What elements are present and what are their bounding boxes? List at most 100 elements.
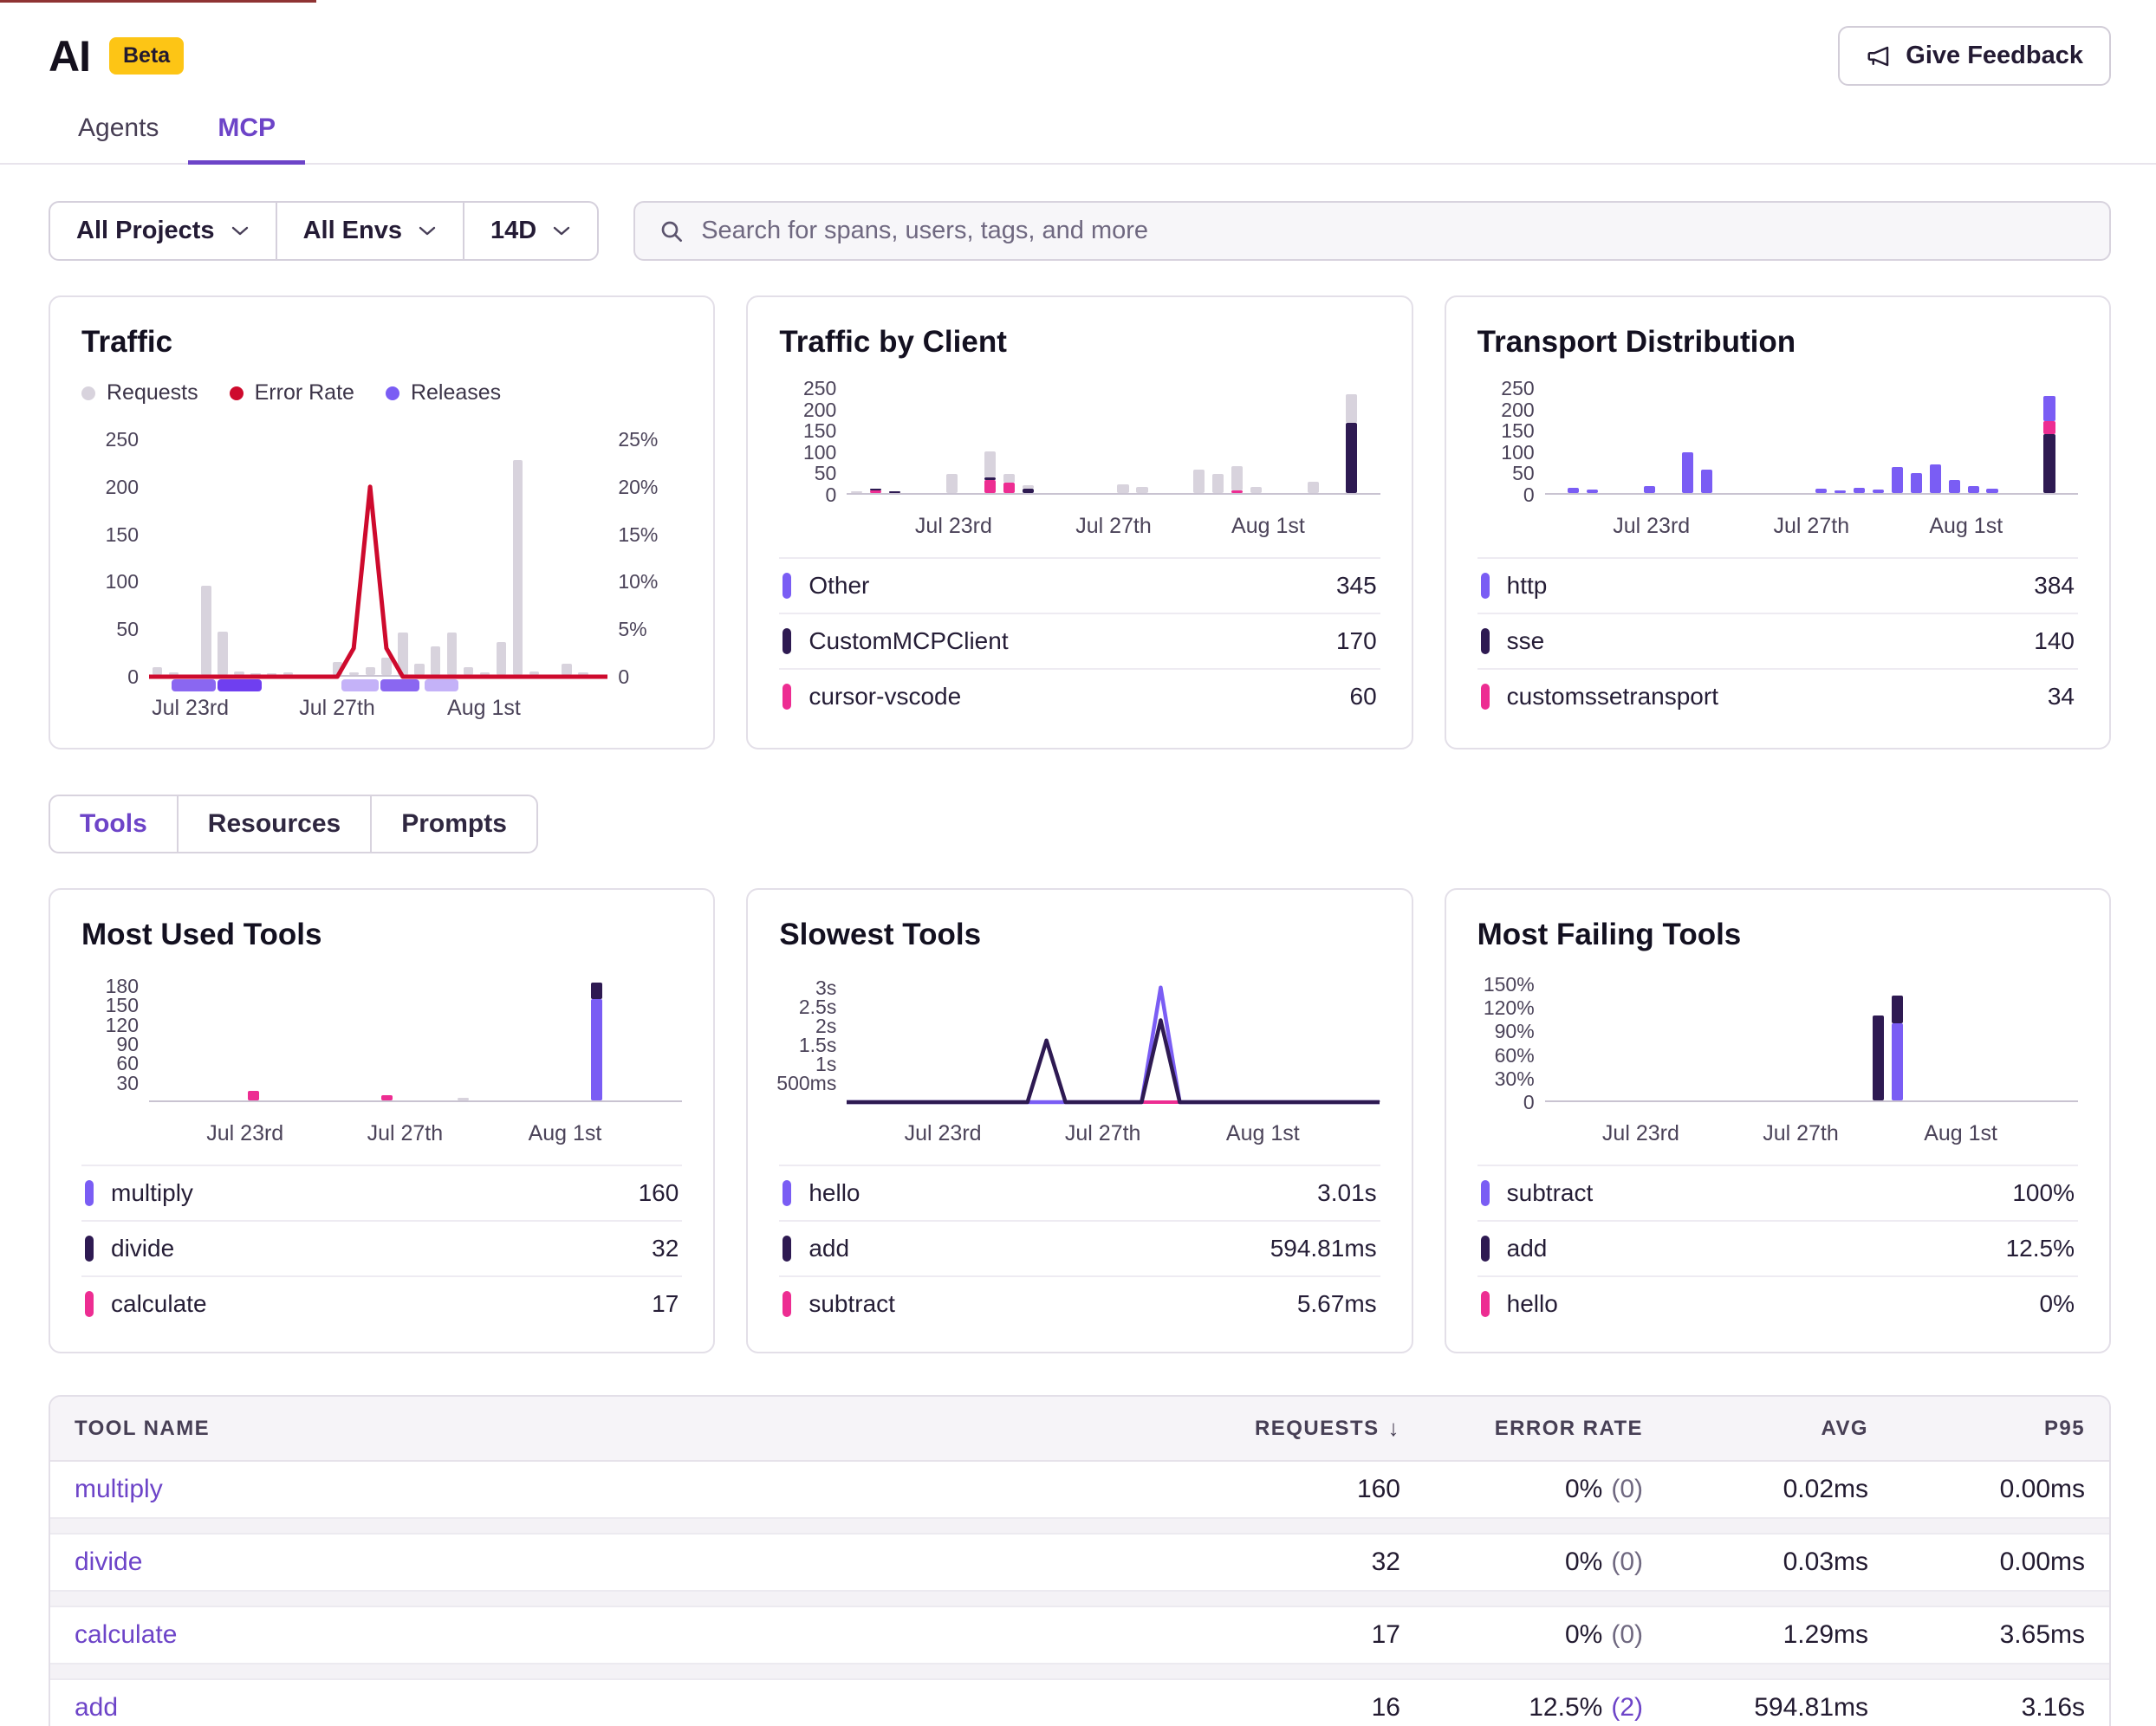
- legend-label: divide: [111, 1235, 634, 1262]
- bar-Other: [984, 451, 996, 477]
- tab-agents[interactable]: Agents: [49, 98, 188, 163]
- project-filter[interactable]: All Projects: [50, 203, 276, 259]
- legend-color-pill: [1481, 1180, 1490, 1206]
- chevron-down-icon: [552, 225, 571, 237]
- avg-cell: 1.29ms: [1667, 1607, 1893, 1663]
- table-header: TOOL NAME REQUESTS ↓ ERROR RATE AVG P95: [50, 1397, 2109, 1462]
- environment-filter[interactable]: All Envs: [276, 203, 463, 259]
- legend-label: subtract: [808, 1290, 1280, 1318]
- search-bar[interactable]: [633, 201, 2111, 261]
- transport-distribution-plot-block: 250200150100500Jul 23rdJul 27thAug 1st: [1477, 384, 2078, 545]
- avg-cell: 594.81ms: [1667, 1680, 1893, 1726]
- legend-item: cursor-vscode60: [779, 668, 1380, 723]
- tool-link[interactable]: divide: [75, 1548, 142, 1576]
- legend-color-pill: [1481, 684, 1490, 710]
- bar-calculate: [248, 1091, 259, 1100]
- error-count[interactable]: (2): [1611, 1693, 1643, 1723]
- bar-http: [1682, 452, 1693, 493]
- card-title: Most Used Tools: [81, 918, 682, 952]
- bar-http: [1815, 489, 1827, 493]
- column-header-avg[interactable]: AVG: [1667, 1398, 1893, 1459]
- slowest-tools-legend: hello3.01sadd594.81mssubtract5.67ms: [779, 1165, 1380, 1331]
- bar-http: [1587, 490, 1598, 493]
- column-header-requests[interactable]: REQUESTS ↓: [1165, 1397, 1425, 1460]
- bar-Other: [1193, 470, 1205, 493]
- subtab-tools[interactable]: Tools: [50, 796, 177, 852]
- column-header-p95[interactable]: P95: [1893, 1398, 2109, 1459]
- legend-label: sse: [1507, 627, 2017, 655]
- card-title: Transport Distribution: [1477, 325, 2078, 360]
- p95-cell: 3.65ms: [1893, 1607, 2109, 1663]
- y-tick-label: 250: [803, 377, 836, 399]
- tool-link[interactable]: multiply: [75, 1475, 163, 1503]
- legend-item: subtract5.67ms: [779, 1275, 1380, 1331]
- legend-value: 60: [1350, 683, 1377, 711]
- tool-name-cell: calculate: [50, 1607, 1165, 1663]
- requests-cell: 160: [1165, 1462, 1425, 1517]
- legend-color-pill: [783, 1291, 791, 1317]
- y-tick-label: 0: [826, 483, 837, 506]
- x-axis-labels: Jul 23rdJul 27thAug 1st: [149, 1121, 682, 1152]
- y-tick-label: 100: [803, 441, 836, 464]
- table-row[interactable]: calculate170%(0)1.29ms3.65ms: [50, 1607, 2109, 1663]
- table-row[interactable]: divide320%(0)0.03ms0.00ms: [50, 1535, 2109, 1590]
- legend-color-pill: [1481, 1291, 1490, 1317]
- p95-cell: 0.00ms: [1893, 1462, 2109, 1517]
- bar-sse: [2043, 434, 2055, 493]
- legend-value: 160: [639, 1179, 679, 1207]
- table-row[interactable]: multiply1600%(0)0.02ms0.00ms: [50, 1462, 2109, 1517]
- y-tick-label: 50: [1512, 462, 1535, 484]
- legend-color-pill: [783, 1180, 791, 1206]
- tool-link[interactable]: add: [75, 1693, 118, 1722]
- tool-link[interactable]: calculate: [75, 1620, 177, 1649]
- x-axis-label: Aug 1st: [1226, 1121, 1300, 1146]
- y-tick-label: 200: [803, 399, 836, 421]
- legend-value: 384: [2034, 572, 2075, 600]
- y-tick-label: 30%: [1495, 1067, 1535, 1090]
- legend-color-pill: [85, 1291, 94, 1317]
- bar-Other: [1136, 487, 1147, 493]
- legend-item: divide32: [81, 1220, 682, 1275]
- date-range-filter[interactable]: 14D: [463, 203, 597, 259]
- y-tick-label: 50: [815, 462, 837, 484]
- y-tick-label: 0: [1523, 1091, 1535, 1113]
- traffic-card: Traffic RequestsError RateReleases 25020…: [49, 295, 715, 749]
- most-used-tools-plot-block: 180150120906030Jul 23rdJul 27thAug 1st: [81, 977, 682, 1152]
- tools-table: TOOL NAME REQUESTS ↓ ERROR RATE AVG P95 …: [49, 1395, 2111, 1726]
- top-edge-artifact: [0, 0, 316, 3]
- y-tick-label: 30: [116, 1072, 139, 1094]
- column-header-tool-name[interactable]: TOOL NAME: [50, 1398, 1165, 1459]
- bar-subtract: [1892, 1023, 1903, 1100]
- most-failing-tools-legend: subtract100%add12.5%hello0%: [1477, 1165, 2078, 1331]
- search-input[interactable]: [701, 217, 2087, 245]
- tool-name-cell: multiply: [50, 1462, 1165, 1517]
- subtab-prompts[interactable]: Prompts: [370, 796, 536, 852]
- y-tick-label: 150: [803, 419, 836, 442]
- column-header-error-rate[interactable]: ERROR RATE: [1425, 1398, 1667, 1459]
- legend-value: 170: [1336, 627, 1377, 655]
- give-feedback-button[interactable]: Give Feedback: [1838, 26, 2111, 86]
- legend-label: hello: [808, 1179, 1300, 1207]
- x-axis-label: Jul 23rd: [152, 696, 229, 721]
- bar-add: [1892, 996, 1903, 1022]
- error-rate-cell: 12.5%(2): [1425, 1680, 1667, 1726]
- tab-mcp[interactable]: MCP: [188, 98, 305, 165]
- legend-item: multiply160: [81, 1165, 682, 1220]
- line-add: [847, 1021, 1380, 1103]
- beta-badge: Beta: [109, 37, 184, 75]
- subtab-resources[interactable]: Resources: [177, 796, 370, 852]
- legend-item: Releases: [386, 380, 501, 406]
- y-tick-label: 5%: [618, 618, 646, 640]
- legend-label: Releases: [411, 380, 501, 406]
- legend-label: Requests: [107, 380, 198, 406]
- most-used-tools-legend: multiply160divide32calculate17: [81, 1165, 682, 1331]
- most-used-tools-card: Most Used Tools 180150120906030Jul 23rdJ…: [49, 888, 715, 1353]
- bar-divide: [591, 983, 602, 999]
- app-header: AI Beta Give Feedback: [0, 0, 2156, 91]
- table-row[interactable]: add1612.5%(2)594.81ms3.16s: [50, 1680, 2109, 1726]
- slowest-tools-chart: 3s2.5s2s1.5s1s500msJul 23rdJul 27thAug 1…: [779, 977, 1380, 1152]
- legend-value: 17: [652, 1290, 679, 1318]
- error-rate-value: 0%: [1565, 1548, 1602, 1577]
- x-axis-label: Jul 27th: [1065, 1121, 1141, 1146]
- traffic-legend: RequestsError RateReleases: [81, 380, 682, 406]
